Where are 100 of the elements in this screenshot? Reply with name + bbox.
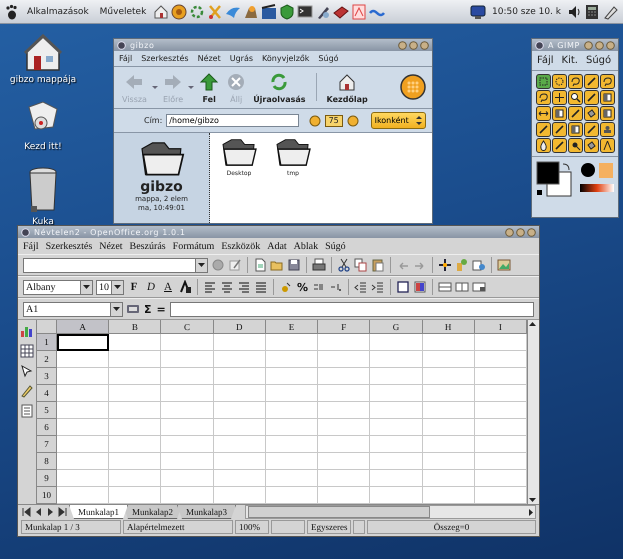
film-icon[interactable] (261, 4, 278, 20)
selection-icon[interactable] (20, 364, 34, 378)
minimize-button[interactable] (398, 40, 407, 50)
table-cell[interactable] (370, 470, 423, 487)
table-cell[interactable] (370, 334, 423, 351)
table-cell[interactable] (214, 453, 266, 470)
table-cell[interactable] (214, 402, 266, 419)
table-cell[interactable] (422, 453, 475, 470)
table-cell[interactable] (266, 385, 318, 402)
tool-button[interactable] (568, 138, 582, 153)
insert-row-icon[interactable] (438, 280, 452, 294)
table-cell[interactable] (370, 436, 423, 453)
table-cell[interactable] (266, 334, 318, 351)
menu-item[interactable]: Könyvjelzők (262, 54, 310, 63)
justify-icon[interactable] (254, 280, 268, 294)
table-cell[interactable] (161, 402, 214, 419)
menu-item[interactable]: Nézet (99, 240, 123, 252)
tool-button[interactable] (536, 90, 550, 105)
table-cell[interactable] (422, 470, 475, 487)
menu-item[interactable]: Fájl (537, 55, 554, 66)
column-header[interactable]: B (109, 320, 162, 334)
table-cell[interactable] (318, 351, 370, 368)
tool-button[interactable] (584, 74, 598, 89)
table-cell[interactable] (370, 385, 423, 402)
terminal-icon[interactable] (297, 4, 314, 20)
house-icon[interactable] (153, 4, 170, 20)
table-cell[interactable] (161, 453, 214, 470)
table-cell[interactable] (370, 487, 423, 504)
table-cell[interactable] (370, 351, 423, 368)
menu-item[interactable]: Fájl (119, 54, 132, 63)
image-icon[interactable] (497, 258, 511, 272)
table-cell[interactable] (109, 436, 162, 453)
row-header[interactable]: 7 (37, 436, 57, 453)
table-cell[interactable] (266, 487, 318, 504)
table-cell[interactable] (266, 453, 318, 470)
vertical-scrollbar[interactable] (527, 320, 539, 504)
shield-icon[interactable] (279, 4, 296, 20)
table-icon[interactable] (20, 344, 34, 358)
tool-button[interactable] (600, 74, 614, 89)
tool-button[interactable] (552, 90, 566, 105)
up-button[interactable]: Fel (197, 72, 222, 104)
table-cell[interactable] (318, 334, 370, 351)
menu-item[interactable]: Kit. (562, 55, 578, 66)
tool-button[interactable] (536, 122, 550, 137)
table-cell[interactable] (109, 487, 162, 504)
table-cell[interactable] (109, 419, 162, 436)
table-cell[interactable] (57, 453, 110, 470)
save-icon[interactable] (287, 258, 301, 272)
record-icon[interactable] (211, 258, 225, 272)
sheet-tab[interactable]: Munkalap1 (69, 505, 128, 519)
highlight-icon[interactable] (178, 280, 192, 294)
scroll-up-icon[interactable] (528, 320, 537, 328)
close-button[interactable] (527, 228, 536, 236)
table-cell[interactable] (161, 470, 214, 487)
table-cell[interactable] (109, 402, 162, 419)
minimize-button[interactable] (584, 40, 593, 50)
menu-item[interactable]: Adat (267, 240, 287, 252)
brush-pattern-gradient-icon[interactable] (578, 160, 615, 194)
edit-icon[interactable] (228, 258, 242, 272)
view-mode-dropdown[interactable]: Ikonként (370, 112, 426, 129)
tool-button[interactable] (536, 106, 550, 121)
table-cell[interactable] (57, 470, 110, 487)
tool-button[interactable] (584, 90, 598, 105)
table-cell[interactable] (370, 402, 423, 419)
tool-button[interactable] (536, 74, 550, 89)
horizontal-scrollbar[interactable] (245, 505, 536, 519)
sheet-tab[interactable]: Munkalap3 (177, 505, 236, 519)
zoom-level[interactable]: 75 (324, 114, 343, 126)
tool-button[interactable] (568, 90, 582, 105)
sum-button[interactable]: Σ (143, 302, 153, 316)
table-cell[interactable] (161, 436, 214, 453)
cell-reference-box[interactable]: A1 (23, 302, 123, 316)
house-icon[interactable] (23, 32, 63, 72)
icon-label[interactable]: Kuka (32, 217, 54, 227)
menu-item[interactable]: Ugrás (230, 54, 254, 63)
background-color-icon[interactable] (413, 280, 428, 294)
window-menu-icon[interactable] (535, 40, 544, 50)
table-cell[interactable] (318, 368, 370, 385)
table-cell[interactable] (214, 385, 266, 402)
column-header[interactable]: F (318, 320, 370, 334)
table-cell[interactable] (57, 402, 110, 419)
pencil-icon[interactable] (603, 4, 619, 20)
table-cell[interactable] (214, 419, 266, 436)
table-cell[interactable] (57, 436, 110, 453)
row-header[interactable]: 3 (37, 368, 57, 385)
table-cell[interactable] (57, 351, 110, 368)
row-header[interactable]: 5 (37, 402, 57, 419)
table-cell[interactable] (161, 351, 214, 368)
table-cell[interactable] (318, 385, 370, 402)
table-cell[interactable] (214, 487, 266, 504)
table-cell[interactable] (422, 368, 475, 385)
dropdown-arrow-icon[interactable] (198, 263, 205, 267)
paste-icon[interactable] (371, 258, 385, 272)
last-sheet-button[interactable] (57, 506, 68, 518)
list-icon[interactable] (20, 404, 34, 418)
new-document-icon[interactable] (253, 258, 267, 272)
font-size-combo-box[interactable]: 10 (96, 280, 124, 294)
actions-menu[interactable]: Műveletek (96, 4, 150, 18)
table-cell[interactable] (109, 334, 162, 351)
table-cell[interactable] (214, 470, 266, 487)
